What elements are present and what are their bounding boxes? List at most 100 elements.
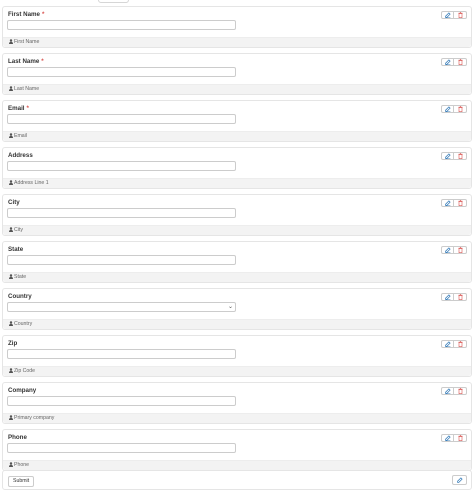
help-text-label: Country <box>14 321 33 327</box>
field-label: Last Name * <box>8 58 44 65</box>
edit-icon <box>444 153 451 159</box>
help-text-label: Primary company <box>14 415 55 421</box>
user-icon <box>9 133 13 138</box>
edit-field-button[interactable] <box>441 11 454 19</box>
edit-field-button[interactable] <box>441 58 454 66</box>
field-block-city: City City <box>2 194 472 236</box>
edit-field-button[interactable] <box>441 105 454 113</box>
user-icon <box>9 274 13 279</box>
user-icon <box>9 462 13 467</box>
field-block-phone: Phone Phone <box>2 429 472 471</box>
field-block-first-name: First Name * First Name <box>2 6 472 48</box>
help-text-label: Email <box>14 133 27 139</box>
field-label-text: Phone <box>8 434 27 441</box>
edit-field-button[interactable] <box>441 293 454 301</box>
delete-field-button[interactable] <box>454 199 467 207</box>
help-text: Country <box>9 321 32 328</box>
field-input[interactable] <box>7 114 236 124</box>
user-icon <box>9 321 13 326</box>
help-bar: Primary company <box>3 413 471 423</box>
edit-icon <box>444 106 451 112</box>
edit-icon <box>456 477 463 483</box>
field-label-text: First Name <box>8 11 40 18</box>
help-bar: Zip Code <box>3 366 471 376</box>
edit-field-button[interactable] <box>441 152 454 160</box>
field-label-text: Email <box>8 105 25 112</box>
edit-icon <box>444 200 451 206</box>
delete-field-button[interactable] <box>454 387 467 395</box>
field-label: Email * <box>8 105 29 112</box>
trash-icon <box>457 153 463 159</box>
edit-icon <box>444 59 451 65</box>
help-text-label: Last Name <box>14 86 40 92</box>
edit-field-button[interactable] <box>441 340 454 348</box>
help-text: Email <box>9 133 27 140</box>
help-bar: Address Line 1 <box>3 178 471 188</box>
help-text-label: State <box>14 274 27 280</box>
field-actions <box>441 387 467 395</box>
user-icon <box>9 227 13 232</box>
edit-field-button[interactable] <box>441 246 454 254</box>
field-select[interactable]: ⌄ <box>7 302 236 312</box>
field-label: City <box>8 199 20 206</box>
field-label: State <box>8 246 23 253</box>
help-bar: First Name <box>3 37 471 47</box>
edit-icon <box>444 12 451 18</box>
help-bar: State <box>3 272 471 282</box>
delete-field-button[interactable] <box>454 105 467 113</box>
chevron-down-icon: ⌄ <box>227 304 233 310</box>
edit-field-button[interactable] <box>441 434 454 442</box>
field-block-zip: Zip Zip Code <box>2 335 472 377</box>
field-input[interactable] <box>7 255 236 265</box>
field-label: Zip <box>8 340 17 347</box>
help-text: State <box>9 274 26 281</box>
field-label-text: State <box>8 246 24 253</box>
field-label-text: Last Name <box>8 58 40 65</box>
field-block-country: Country ⌄ Country <box>2 288 472 330</box>
help-text: First Name <box>9 39 39 46</box>
help-bar: Last Name <box>3 84 471 94</box>
form-builder: First Name * First Name Last Name * Last Name… <box>0 6 474 476</box>
field-input[interactable] <box>7 20 236 30</box>
help-text-label: First Name <box>14 39 40 45</box>
field-input[interactable] <box>7 349 236 359</box>
delete-field-button[interactable] <box>454 152 467 160</box>
field-label-text: Company <box>8 387 37 394</box>
help-text: Last Name <box>9 86 39 93</box>
edit-icon <box>444 247 451 253</box>
field-label: Country <box>8 293 32 300</box>
field-label: Phone <box>8 434 27 441</box>
field-input[interactable] <box>7 161 236 171</box>
field-input[interactable] <box>7 443 236 453</box>
help-text-label: Address Line 1 <box>14 180 49 186</box>
required-marker: * <box>41 58 44 65</box>
edit-field-button[interactable] <box>441 199 454 207</box>
field-label-text: Zip <box>8 340 18 347</box>
field-input[interactable] <box>7 208 236 218</box>
field-label: Address <box>8 152 33 159</box>
delete-field-button[interactable] <box>454 293 467 301</box>
field-input[interactable] <box>7 67 236 77</box>
help-text-label: Phone <box>14 462 30 468</box>
delete-field-button[interactable] <box>454 246 467 254</box>
user-icon <box>9 86 13 91</box>
delete-field-button[interactable] <box>454 11 467 19</box>
field-block-company: Company Primary company <box>2 382 472 424</box>
help-text: Address Line 1 <box>9 180 49 187</box>
edit-field-button[interactable] <box>441 387 454 395</box>
field-actions <box>441 58 467 66</box>
help-bar: Country <box>3 319 471 329</box>
user-icon <box>9 368 13 373</box>
submit-edit-button[interactable] <box>452 475 467 485</box>
required-marker: * <box>26 105 29 112</box>
delete-field-button[interactable] <box>454 340 467 348</box>
help-text: City <box>9 227 23 234</box>
delete-field-button[interactable] <box>454 58 467 66</box>
help-text: Phone <box>9 462 29 469</box>
help-bar: Email <box>3 131 471 141</box>
edit-icon <box>444 294 451 300</box>
field-input[interactable] <box>7 396 236 406</box>
field-block-last-name: Last Name * Last Name <box>2 53 472 95</box>
delete-field-button[interactable] <box>454 434 467 442</box>
submit-button[interactable]: Submit <box>8 476 35 487</box>
